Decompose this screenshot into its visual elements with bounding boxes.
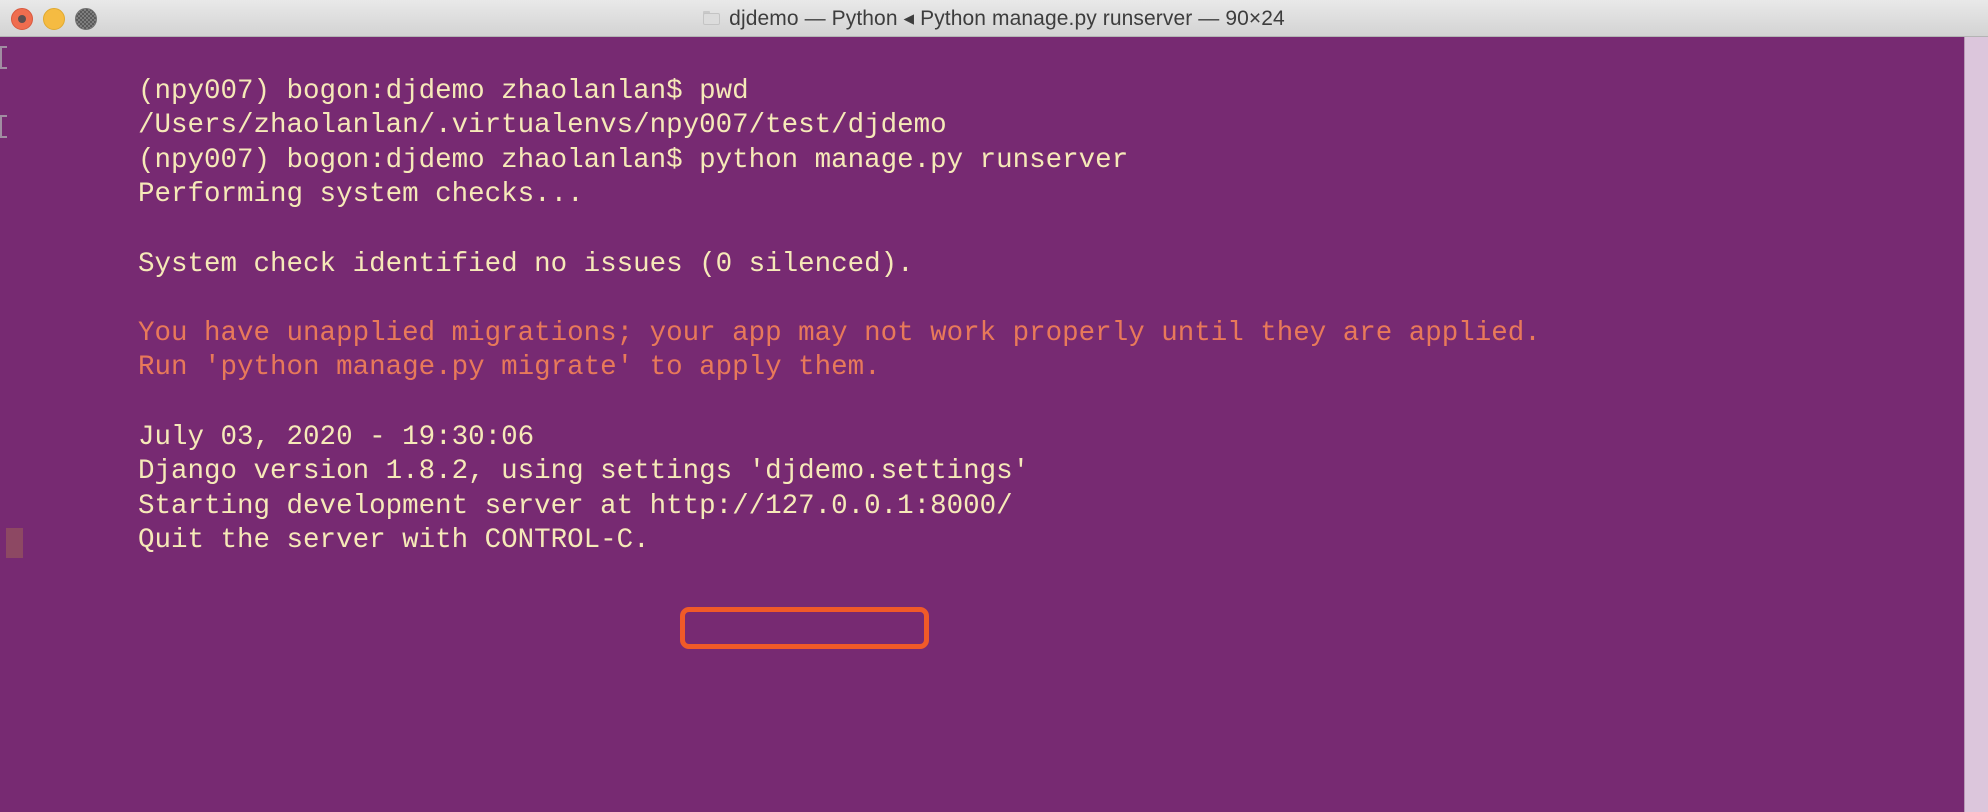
- terminal-line-server-url: Starting development server at http://12…: [0, 455, 1964, 522]
- terminal-line-warning: Run 'python manage.py migrate' to apply …: [0, 317, 1964, 383]
- prompt-mark-icon: [0, 115, 7, 139]
- terminal-line: (npy007) bogon:djdemo zhaolanlan$ python…: [0, 109, 1964, 176]
- terminal-content[interactable]: (npy007) bogon:djdemo zhaolanlan$ pwd /U…: [0, 37, 1964, 812]
- terminal-line: System check identified no issues (0 sil…: [0, 213, 1964, 280]
- terminal-line: Django version 1.8.2, using settings 'dj…: [0, 421, 1964, 487]
- terminal-line: Performing system checks...: [0, 144, 1964, 210]
- terminal-cursor: [6, 528, 23, 559]
- minimize-button[interactable]: [43, 7, 65, 30]
- terminal-line: /Users/zhaolanlan/.virtualenvs/npy007/te…: [0, 75, 1964, 141]
- terminal-line: July 03, 2020 - 19:30:06: [0, 386, 1964, 453]
- terminal-line-warning: You have unapplied migrations; your app …: [0, 282, 1964, 349]
- terminal-window: djdemo — Python ◂ Python manage.py runse…: [0, 0, 1988, 812]
- window-title: djdemo — Python ◂ Python manage.py runse…: [729, 6, 1285, 30]
- terminal-screen: (npy007) bogon:djdemo zhaolanlan$ pwd /U…: [0, 40, 1964, 559]
- url-highlight-box: [680, 607, 929, 649]
- window-controls: [11, 0, 97, 37]
- terminal-line: (npy007) bogon:djdemo zhaolanlan$ pwd: [0, 40, 1964, 107]
- close-button[interactable]: [11, 7, 33, 30]
- folder-icon: [703, 11, 721, 25]
- zoom-button[interactable]: [75, 7, 97, 30]
- window-title-group: djdemo — Python ◂ Python manage.py runse…: [703, 6, 1285, 31]
- terminal-cursor-line: [0, 524, 1964, 559]
- prompt-mark-icon: [0, 46, 7, 69]
- terminal-line: Quit the server with CONTROL-C.: [0, 490, 1964, 556]
- window-titlebar[interactable]: djdemo — Python ◂ Python manage.py runse…: [0, 0, 1988, 37]
- vertical-scrollbar[interactable]: [1964, 37, 1988, 812]
